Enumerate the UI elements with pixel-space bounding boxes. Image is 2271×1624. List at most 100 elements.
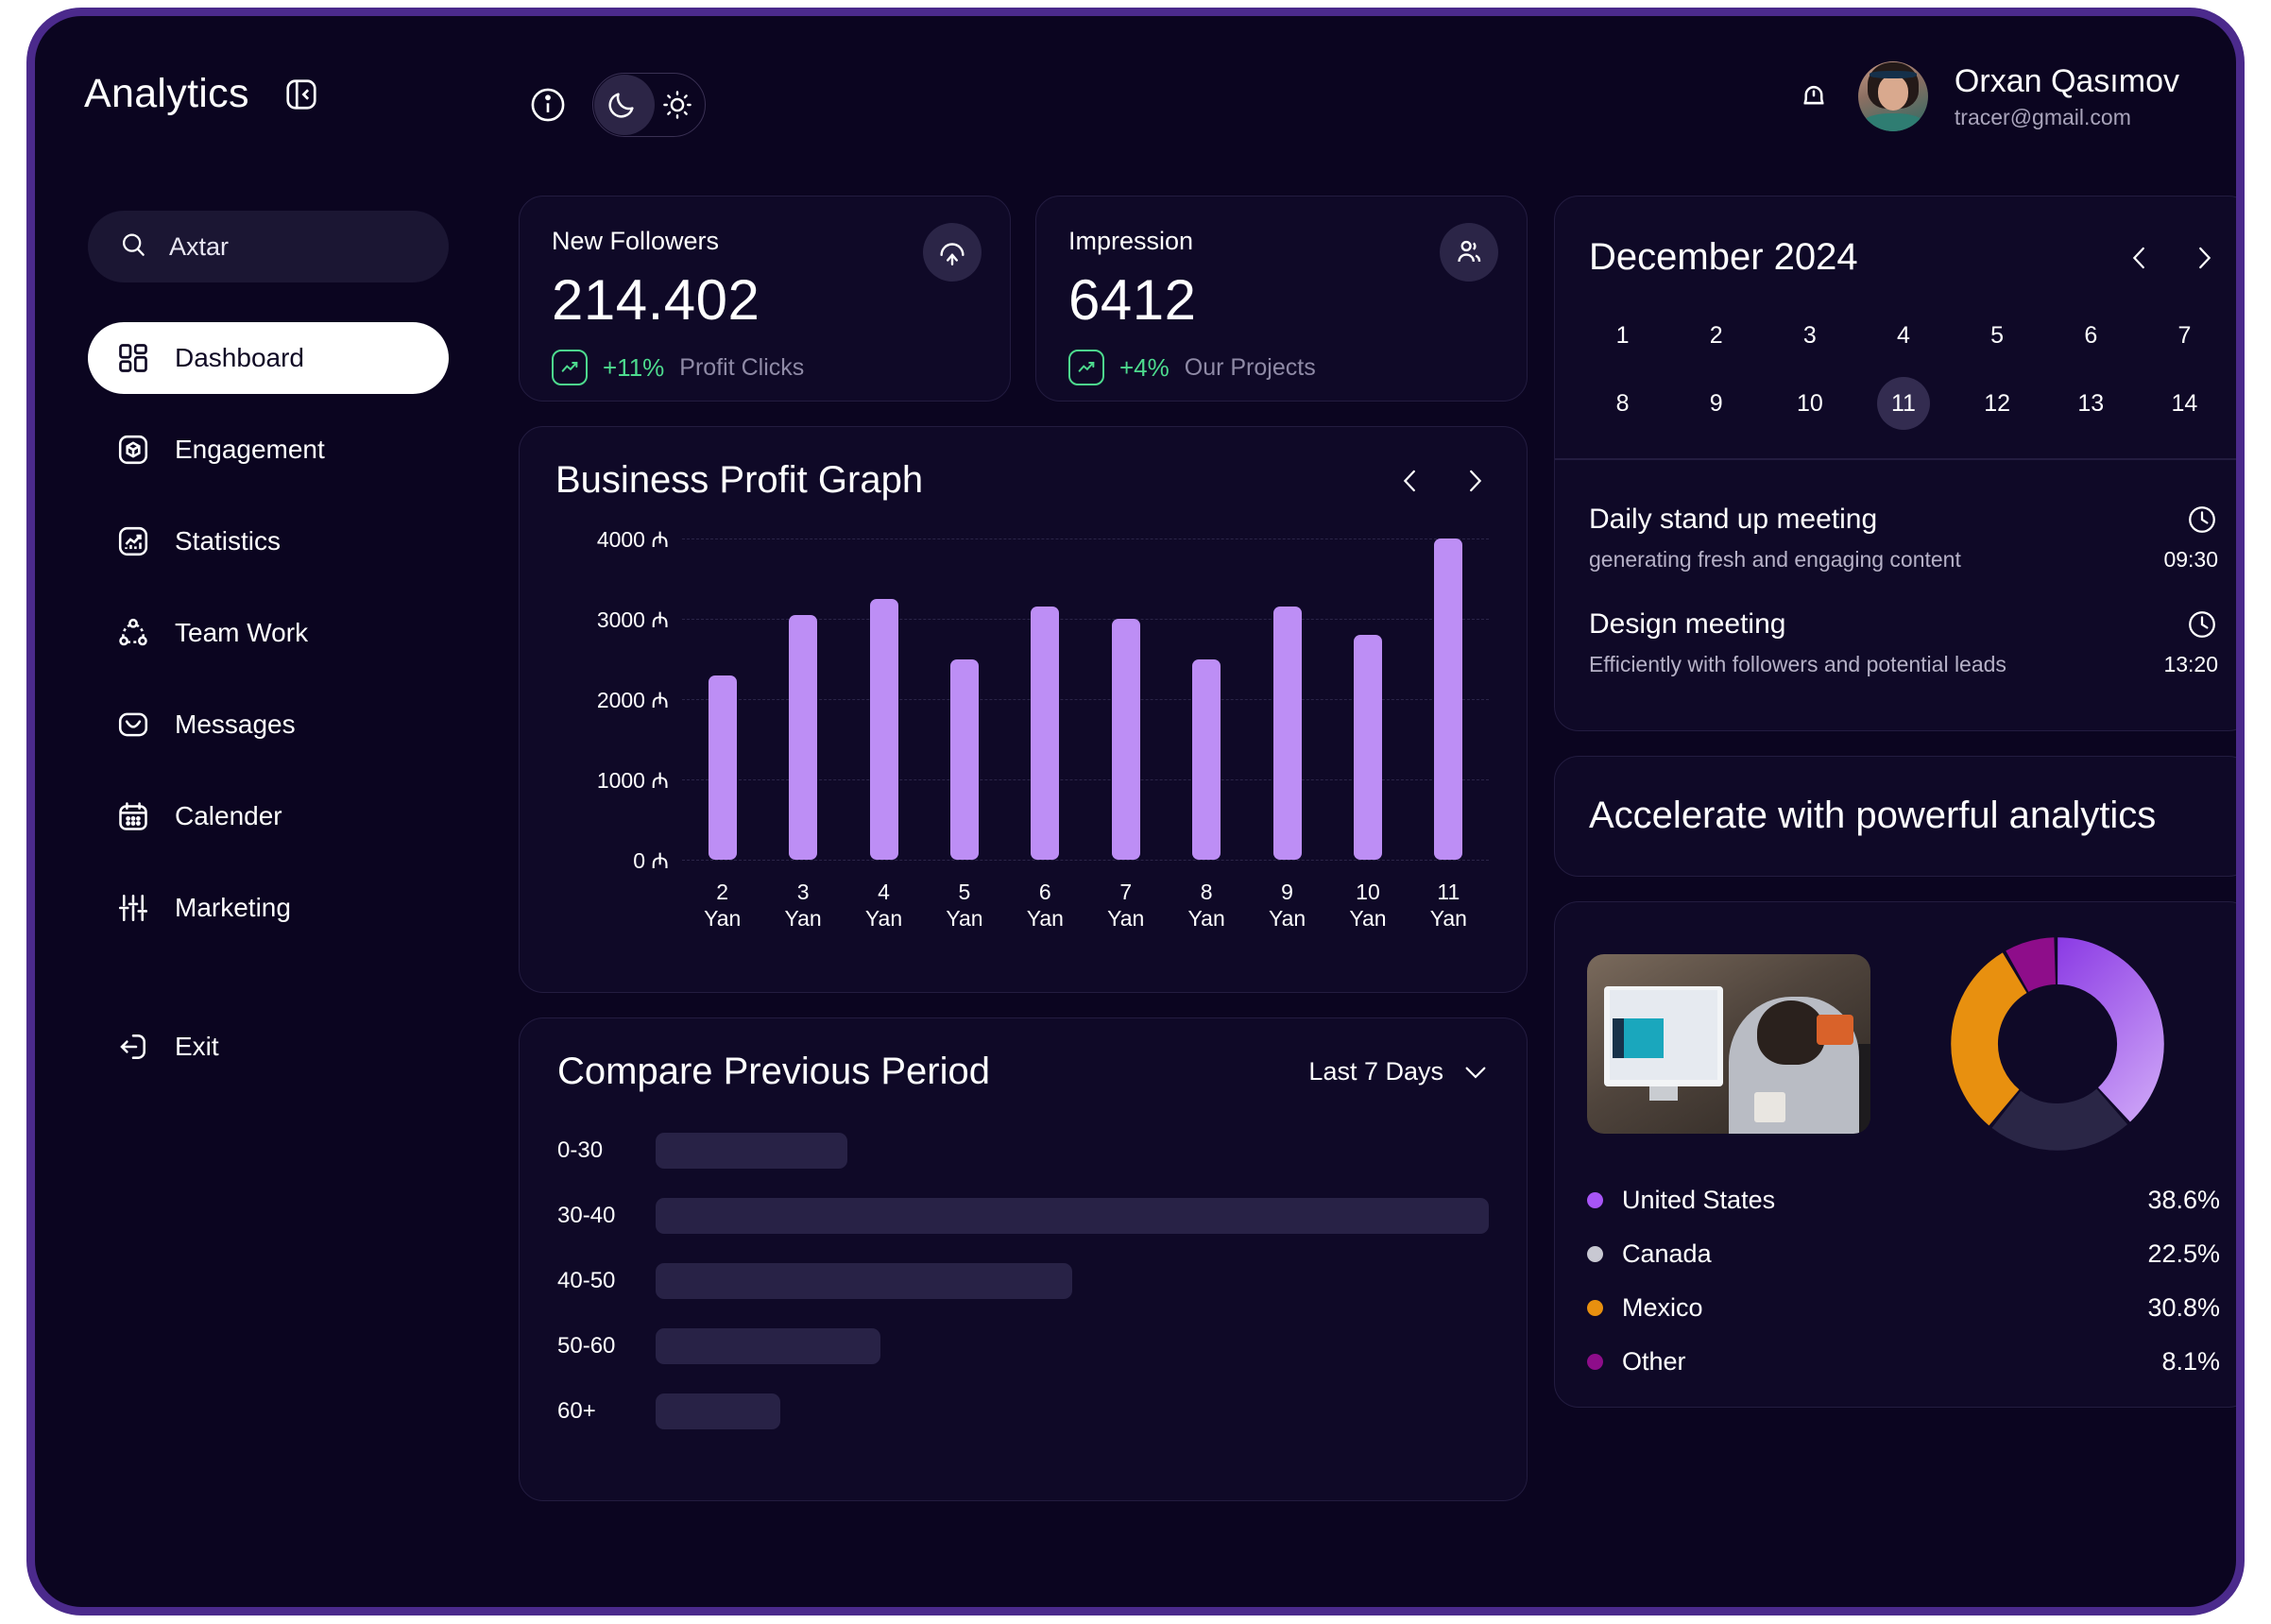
avatar-headband xyxy=(1870,71,1917,78)
clock-icon xyxy=(2186,608,2218,641)
sidebar-item-label: Dashboard xyxy=(175,343,304,373)
panel-collapse-icon[interactable] xyxy=(283,77,319,112)
calendar-header: December 2024 xyxy=(1555,197,2245,279)
x-axis-tick: 4Yan xyxy=(844,879,924,932)
stat-note: Profit Clicks xyxy=(679,354,804,382)
legend-value: 30.8% xyxy=(2147,1293,2220,1323)
calendar-day[interactable]: 14 xyxy=(2138,377,2231,430)
calendar-day[interactable]: 6 xyxy=(2044,309,2138,362)
compare-row-bar[interactable] xyxy=(656,1198,1489,1234)
range-select[interactable]: Last 7 Days xyxy=(1308,1057,1489,1086)
meeting-desc: generating fresh and engaging content xyxy=(1589,547,1961,573)
x-axis-tick: 11Yan xyxy=(1409,879,1489,932)
legend-dot xyxy=(1587,1246,1603,1262)
chart-bar[interactable] xyxy=(1192,659,1221,861)
bar-slot xyxy=(682,538,762,860)
calendar-day-label: 7 xyxy=(2158,309,2211,362)
sidebar-item-exit[interactable]: Exit xyxy=(88,1011,449,1083)
meeting-text: Design meeting Efficiently with follower… xyxy=(1589,608,2006,677)
sun-icon[interactable] xyxy=(649,77,705,133)
theme-toggle[interactable] xyxy=(592,73,706,137)
sidebar-item-label: Calender xyxy=(175,801,282,831)
search-input[interactable]: Axtar xyxy=(88,211,449,282)
calendar-day-label: 12 xyxy=(1971,377,2023,430)
chart-bar[interactable] xyxy=(789,615,817,860)
chart-bar[interactable] xyxy=(1434,538,1462,860)
geo-top xyxy=(1587,934,2220,1154)
sidebar-item-team-work[interactable]: Team Work xyxy=(88,597,449,669)
compare-row-bar[interactable] xyxy=(656,1393,780,1429)
meeting-desc: Efficiently with followers and potential… xyxy=(1589,652,2006,677)
chevron-right-icon[interactable] xyxy=(1460,467,1489,495)
meetings-list: Daily stand up meeting generating fresh … xyxy=(1555,460,2245,730)
grid-area xyxy=(682,538,1489,860)
calendar-day-label: 9 xyxy=(1690,377,1743,430)
graph-header: Business Profit Graph xyxy=(555,459,1489,502)
calendar-day[interactable]: 4 xyxy=(1856,309,1950,362)
chevron-right-icon[interactable] xyxy=(2190,244,2218,272)
calendar-day[interactable]: 12 xyxy=(1951,377,2044,430)
right-column: December 2024 1234567891011121314 Daily … xyxy=(1554,196,2245,1408)
bar-slot xyxy=(844,538,924,860)
x-axis-tick: 9Yan xyxy=(1247,879,1327,932)
stat-title: Impression xyxy=(1068,227,1494,256)
meeting-title: Daily stand up meeting xyxy=(1589,504,1961,536)
chart-bar[interactable] xyxy=(1031,607,1059,860)
calendar-day[interactable]: 3 xyxy=(1763,309,1856,362)
x-axis-tick: 8Yan xyxy=(1166,879,1246,932)
calendar-icon xyxy=(116,799,150,833)
calendar-day[interactable]: 2 xyxy=(1669,309,1763,362)
accelerate-title: Accelerate with powerful analytics xyxy=(1589,795,2156,837)
calendar-day-label: 5 xyxy=(1971,309,2023,362)
chart-bar[interactable] xyxy=(1354,635,1382,860)
sidebar-item-dashboard[interactable]: Dashboard xyxy=(88,322,449,394)
legend-label: Other xyxy=(1622,1347,2161,1376)
geo-legend: United States38.6%Canada22.5%Mexico30.8%… xyxy=(1587,1186,2220,1376)
chart-bar[interactable] xyxy=(950,659,979,861)
calendar-day-label: 14 xyxy=(2158,377,2211,430)
business-profit-graph-card: Business Profit Graph 4000 ₼3000 ₼2000 ₼… xyxy=(519,426,1528,993)
chart-bar[interactable] xyxy=(709,675,737,861)
chevron-down-icon[interactable] xyxy=(1462,1064,1489,1081)
calendar-day[interactable]: 10 xyxy=(1763,377,1856,430)
bell-icon[interactable] xyxy=(1796,78,1832,114)
calendar-day[interactable]: 7 xyxy=(2138,309,2231,362)
legend-value: 22.5% xyxy=(2147,1239,2220,1269)
compare-row-bar[interactable] xyxy=(656,1133,847,1169)
trend-up-icon xyxy=(552,350,588,385)
moon-icon[interactable] xyxy=(593,77,649,133)
donut-chart xyxy=(1948,934,2167,1154)
sidebar-item-calender[interactable]: Calender xyxy=(88,780,449,852)
calendar-day[interactable]: 8 xyxy=(1576,377,1669,430)
meeting-item[interactable]: Daily stand up meeting generating fresh … xyxy=(1589,488,2218,593)
calendar-day[interactable]: 13 xyxy=(2044,377,2138,430)
compare-row-bar[interactable] xyxy=(656,1263,1072,1299)
user-name: Orxan Qasımov xyxy=(1955,63,2179,100)
info-icon[interactable] xyxy=(528,85,568,125)
user-cluster[interactable]: Orxan Qasımov tracer@gmail.com xyxy=(1796,61,2179,131)
legend-dot xyxy=(1587,1192,1603,1208)
compare-row-bar[interactable] xyxy=(656,1328,880,1364)
chevron-left-icon[interactable] xyxy=(1396,467,1425,495)
sidebar-item-marketing[interactable]: Marketing xyxy=(88,872,449,944)
sidebar-item-engagement[interactable]: Engagement xyxy=(88,414,449,486)
bar-slot xyxy=(1409,538,1489,860)
sidebar-item-messages[interactable]: Messages xyxy=(88,689,449,761)
theme-cluster xyxy=(528,73,706,137)
legend-row: United States38.6% xyxy=(1587,1186,2220,1215)
calendar-day[interactable]: 9 xyxy=(1669,377,1763,430)
bar-chart-plot: 4000 ₼3000 ₼2000 ₼1000 ₼0 ₼ 2Yan3Yan4Yan… xyxy=(555,538,1489,935)
meeting-item[interactable]: Design meeting Efficiently with follower… xyxy=(1589,593,2218,698)
calendar-day[interactable]: 5 xyxy=(1951,309,2044,362)
team-icon xyxy=(116,616,150,650)
top-header: Analytics xyxy=(35,16,2236,177)
chart-bar[interactable] xyxy=(1112,619,1140,860)
calendar-day-selected[interactable]: 11 xyxy=(1856,377,1950,430)
chevron-left-icon[interactable] xyxy=(2126,244,2154,272)
compare-row-track xyxy=(656,1198,1489,1234)
sidebar-item-statistics[interactable]: Statistics xyxy=(88,505,449,577)
chart-bar[interactable] xyxy=(870,599,898,860)
calendar-day[interactable]: 1 xyxy=(1576,309,1669,362)
chart-bar[interactable] xyxy=(1273,607,1302,860)
avatar[interactable] xyxy=(1858,61,1928,131)
